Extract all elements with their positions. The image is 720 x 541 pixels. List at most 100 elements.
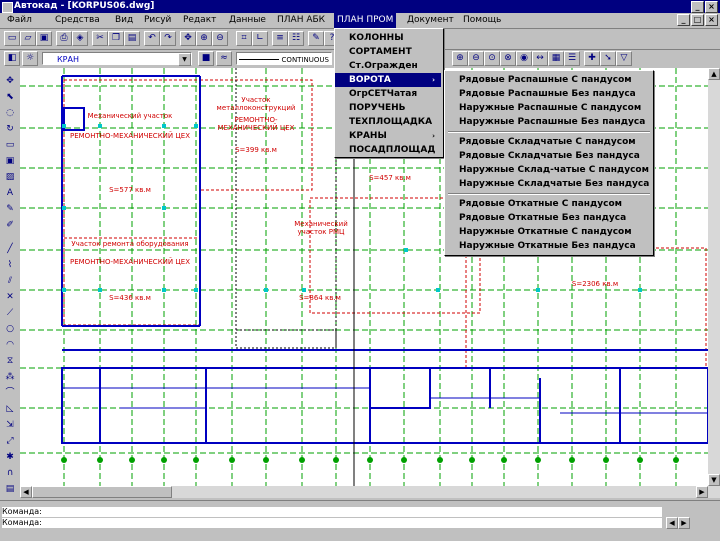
stretch-icon[interactable]: ⇲ [3, 418, 17, 432]
layer-select[interactable]: КРАН ▼ [42, 52, 192, 66]
text-icon[interactable]: A [3, 186, 17, 200]
menu-item-krany[interactable]: КРАНЫ › [335, 129, 441, 143]
submenu-item[interactable]: Рядовые Складчатые Без пандуса [445, 149, 651, 163]
layers-icon[interactable]: ≡ [272, 31, 288, 46]
zoom-extents-icon[interactable]: ⊗ [500, 51, 516, 66]
submenu-item[interactable]: Наружные Откатные С пандусом [445, 225, 651, 239]
move-icon[interactable]: ✥ [3, 74, 17, 88]
zoom-out-icon[interactable]: ⊖ [468, 51, 484, 66]
menu-item-vorota[interactable]: ВОРОТА › [335, 73, 441, 87]
scroll-up-icon[interactable]: ▲ [708, 68, 720, 80]
zoom-in-icon[interactable]: ⊕ [452, 51, 468, 66]
menu-item-st-ograzhden[interactable]: Ст.Огражден [335, 59, 441, 73]
menu-item-kolonny[interactable]: КОЛОННЫ [335, 31, 441, 45]
erase-icon[interactable]: ✐ [3, 218, 17, 232]
command-input[interactable]: Команда: [2, 518, 662, 528]
arrow-icon[interactable]: ➘ [600, 51, 616, 66]
array-icon[interactable]: ⁂ [3, 370, 17, 384]
mirror-icon[interactable]: ⧖ [3, 354, 17, 368]
copy-icon[interactable]: ❐ [108, 31, 124, 46]
menu-plan-abk[interactable]: ПЛАН АБК [274, 13, 328, 28]
hatch-icon[interactable]: ▨ [3, 170, 17, 184]
menu-item-poruchen[interactable]: ПОРУЧЕНЬ [335, 101, 441, 115]
area-icon[interactable]: ▦ [548, 51, 564, 66]
cut-icon[interactable]: ✂ [92, 31, 108, 46]
menu-item-posadploshchad[interactable]: ПОСАДПЛОЩАД [335, 143, 441, 157]
filter-icon[interactable]: ▽ [616, 51, 632, 66]
menu-item-tekhploshchadka[interactable]: ТЕХПЛОЩАДКА [335, 115, 441, 129]
select-icon[interactable]: ⬉ [3, 90, 17, 104]
submenu-item[interactable]: Рядовые Распашные Без пандуса [445, 87, 651, 101]
print-icon[interactable]: ⎙ [56, 31, 72, 46]
rotate-icon[interactable]: ↻ [3, 122, 17, 136]
offset-icon[interactable]: ⫽ [3, 274, 17, 288]
layer-manager-icon[interactable]: ◧ [4, 51, 20, 66]
zoom-window-icon[interactable]: ⊕ [196, 31, 212, 46]
vertical-scrollbar[interactable]: ▲ ▼ [708, 68, 720, 498]
distance-icon[interactable]: ↔ [532, 51, 548, 66]
linetype-select[interactable]: CONTINUOUS [236, 52, 332, 65]
properties-icon[interactable]: ☷ [288, 31, 304, 46]
linetype-icon[interactable]: ≈ [216, 51, 232, 66]
cmd-scroll-left-icon[interactable]: ◀ [666, 517, 678, 529]
magnet-icon[interactable]: ∩ [3, 466, 17, 480]
scroll-down-icon[interactable]: ▼ [708, 474, 720, 486]
submenu-item[interactable]: Рядовые Откатные Без пандуса [445, 211, 651, 225]
submenu-item[interactable]: Наружные Распашные С пандусом [445, 101, 651, 115]
scale-icon[interactable]: ⤢ [3, 434, 17, 448]
submenu-item[interactable]: Наружные Распашные Без пандуса [445, 115, 651, 129]
close-button[interactable]: × [705, 1, 718, 13]
cmd-scroll-right-icon[interactable]: ▶ [678, 517, 690, 529]
submenu-item[interactable]: Рядовые Откатные С пандусом [445, 197, 651, 211]
block-icon[interactable]: ▣ [3, 154, 17, 168]
menu-item-sortament[interactable]: СОРТАМЕНТ [335, 45, 441, 59]
list-icon[interactable]: ☰ [564, 51, 580, 66]
preview-icon[interactable]: ◈ [72, 31, 88, 46]
pencil-icon[interactable]: ✎ [3, 202, 17, 216]
submenu-item[interactable]: Наружные Откатные Без пандуса [445, 239, 651, 253]
scroll-thumb[interactable] [32, 486, 172, 498]
submenu-item[interactable]: Наружные Склад-чатые С пандусом [445, 163, 651, 177]
scroll-left-icon[interactable]: ◀ [20, 486, 32, 498]
submenu-item[interactable]: Рядовые Распашные С пандусом [445, 73, 651, 87]
menu-plan-prom[interactable]: ПЛАН ПРОМ [334, 13, 397, 28]
line-icon[interactable]: ╱ [3, 242, 17, 256]
scroll-right-icon[interactable]: ▶ [696, 486, 708, 498]
menu-document[interactable]: Документ [404, 13, 457, 28]
redo-icon[interactable]: ↷ [160, 31, 176, 46]
ortho-icon[interactable]: ∟ [252, 31, 268, 46]
explode-icon[interactable]: ✱ [3, 450, 17, 464]
menu-file[interactable]: Файл [4, 13, 35, 28]
chamfer-icon[interactable]: ◺ [3, 402, 17, 416]
paste-icon[interactable]: ▤ [124, 31, 140, 46]
undo-icon[interactable]: ↶ [144, 31, 160, 46]
save-icon[interactable]: ▣ [36, 31, 52, 46]
pick-icon[interactable]: ✚ [584, 51, 600, 66]
doc-close-button[interactable]: × [705, 14, 718, 26]
menu-draw[interactable]: Рисуй [141, 13, 174, 28]
chevron-down-icon[interactable]: ▼ [178, 53, 191, 66]
menu-data[interactable]: Данные [226, 13, 269, 28]
layer-sun-icon[interactable]: ☼ [22, 51, 38, 66]
fillet-icon[interactable]: ⌒ [3, 386, 17, 400]
open-file-icon[interactable]: ▱ [20, 31, 36, 46]
menu-view[interactable]: Вид [112, 13, 136, 28]
pen-icon[interactable]: ✎ [308, 31, 324, 46]
menu-item-ogr-setchataya[interactable]: ОгрСЕТЧатая [335, 87, 441, 101]
polyline-icon[interactable]: ⌇ [3, 258, 17, 272]
menu-edit[interactable]: Редакт [180, 13, 219, 28]
circle-icon[interactable]: ○ [3, 322, 17, 336]
rectangle-icon[interactable]: ▭ [3, 138, 17, 152]
app-icon[interactable] [2, 2, 13, 13]
doc-minimize-button[interactable]: _ [677, 14, 690, 26]
circle-snap-icon[interactable]: ◌ [3, 106, 17, 120]
menu-tools[interactable]: Средства [52, 13, 103, 28]
pan-icon[interactable]: ✥ [180, 31, 196, 46]
trim-icon[interactable]: ✕ [3, 290, 17, 304]
snap-icon[interactable]: ⌗ [236, 31, 252, 46]
new-file-icon[interactable]: ▭ [4, 31, 20, 46]
menu-help[interactable]: Помощь [460, 13, 504, 28]
properties-small-icon[interactable]: ▤ [3, 482, 17, 496]
inquiry-icon[interactable]: ◉ [516, 51, 532, 66]
zoom-all-icon[interactable]: ⊙ [484, 51, 500, 66]
